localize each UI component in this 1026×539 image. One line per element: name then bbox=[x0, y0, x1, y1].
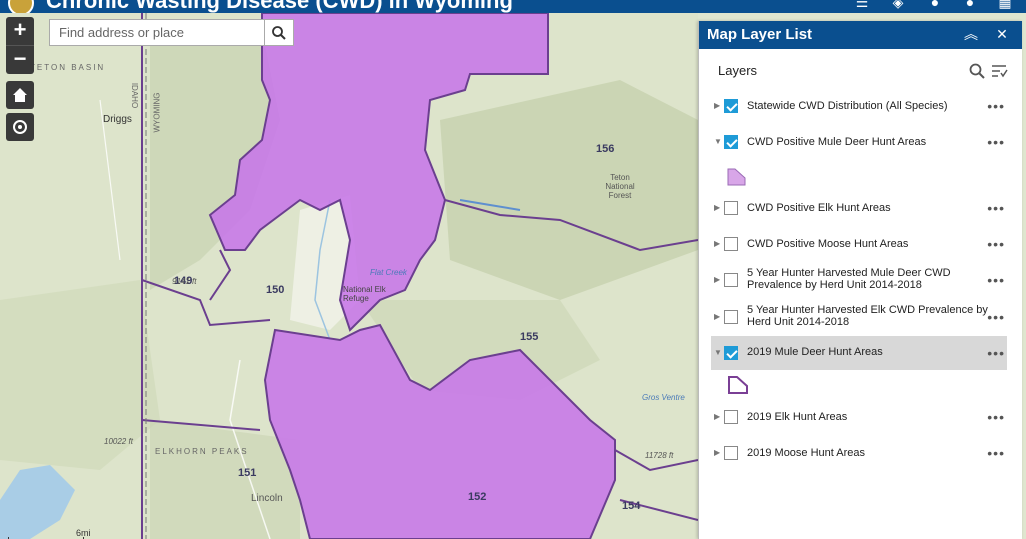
elevation-label: 11728 ft bbox=[645, 451, 674, 460]
agency-logo bbox=[8, 0, 34, 13]
search-icon bbox=[272, 25, 286, 40]
layer-label: Statewide CWD Distribution (All Species) bbox=[747, 100, 948, 112]
place-label: Lincoln bbox=[251, 493, 283, 504]
layer-item[interactable]: ▶ CWD Positive Moose Hunt Areas ••• bbox=[711, 232, 1007, 256]
search-widget bbox=[49, 19, 294, 46]
state-label: IDAHO bbox=[130, 82, 140, 109]
layer-options-button[interactable]: ••• bbox=[987, 345, 1005, 361]
close-icon[interactable]: ✕ bbox=[993, 25, 1011, 43]
map-view[interactable]: 156 149 150 155 151 152 154 9141 ft 1002… bbox=[0, 13, 698, 539]
layer-label: 5 Year Hunter Harvested Mule Deer CWD Pr… bbox=[747, 267, 951, 291]
layer-checkbox[interactable] bbox=[724, 201, 738, 215]
layer-label: 2019 Mule Deer Hunt Areas bbox=[747, 346, 883, 358]
layer-list-panel: Map Layer List ︽ ✕ Layers ▶ Statewide CW… bbox=[698, 21, 1022, 539]
layer-label: 5 Year Hunter Harvested Elk CWD Prevalen… bbox=[747, 304, 988, 328]
search-button[interactable] bbox=[264, 20, 293, 45]
expand-caret-icon[interactable]: ▶ bbox=[714, 101, 720, 110]
layers-heading: Layers bbox=[718, 63, 758, 78]
crosshair-icon bbox=[13, 120, 27, 134]
expand-caret-icon[interactable]: ▶ bbox=[714, 448, 720, 457]
layer-item[interactable]: ▶ 2019 Elk Hunt Areas ••• bbox=[711, 405, 1007, 429]
layer-options-button[interactable]: ••• bbox=[987, 134, 1005, 150]
layer-options-button[interactable]: ••• bbox=[987, 200, 1005, 216]
layer-item-selected[interactable]: ▼ 2019 Mule Deer Hunt Areas ••• bbox=[711, 336, 1007, 370]
legend-list-icon[interactable]: ☰ bbox=[852, 0, 872, 10]
expand-caret-icon[interactable]: ▶ bbox=[714, 239, 720, 248]
expand-caret-icon[interactable]: ▶ bbox=[714, 203, 720, 212]
scale-label: 6mi bbox=[76, 528, 91, 538]
layer-checkbox[interactable] bbox=[724, 237, 738, 251]
layer-label: CWD Positive Elk Hunt Areas bbox=[747, 202, 891, 214]
collapse-caret-icon[interactable]: ▼ bbox=[714, 348, 722, 357]
layer-item[interactable]: ▶ 2019 Moose Hunt Areas ••• bbox=[711, 441, 1007, 465]
layer-options-button[interactable]: ••• bbox=[987, 272, 1005, 288]
zoom-out-button[interactable]: − bbox=[6, 45, 34, 74]
layer-checkbox[interactable] bbox=[724, 346, 738, 360]
hunt-area-label: 156 bbox=[596, 143, 615, 155]
expand-caret-icon[interactable]: ▶ bbox=[714, 275, 720, 284]
basemap bbox=[0, 13, 698, 539]
layer-item[interactable]: ▶ Statewide CWD Distribution (All Specie… bbox=[711, 94, 1007, 118]
locate-button[interactable] bbox=[6, 113, 34, 141]
region-label: TETON BASIN bbox=[30, 63, 106, 72]
layer-options-button[interactable]: ••• bbox=[987, 98, 1005, 114]
hunt-area-label: 150 bbox=[266, 284, 285, 296]
hunt-area-label: 155 bbox=[520, 331, 539, 343]
collapse-caret-icon[interactable]: ▼ bbox=[714, 137, 722, 146]
layer-item[interactable]: ▶ 5 Year Hunter Harvested Mule Deer CWD … bbox=[711, 264, 1007, 296]
layer-checkbox[interactable] bbox=[724, 273, 738, 287]
filter-list-icon[interactable] bbox=[990, 62, 1008, 80]
expand-caret-icon[interactable]: ▶ bbox=[714, 312, 720, 321]
place-label: Teton National Forest bbox=[605, 173, 635, 200]
layer-checkbox[interactable] bbox=[724, 446, 738, 460]
layer-options-button[interactable]: ••• bbox=[987, 309, 1005, 325]
place-label: Driggs bbox=[103, 114, 132, 125]
layer-checkbox[interactable] bbox=[724, 99, 738, 113]
layers-header: Layers bbox=[699, 49, 1022, 89]
layer-item[interactable]: ▼ CWD Positive Mule Deer Hunt Areas ••• bbox=[711, 130, 1007, 154]
expand-caret-icon[interactable]: ▶ bbox=[714, 412, 720, 421]
search-icon[interactable] bbox=[968, 62, 986, 80]
layers-icon[interactable]: ◈ bbox=[888, 0, 908, 10]
layer-label: CWD Positive Moose Hunt Areas bbox=[747, 238, 909, 250]
layer-item[interactable]: ▶ 5 Year Hunter Harvested Elk CWD Preval… bbox=[711, 301, 1007, 333]
panel-title: Map Layer List bbox=[707, 26, 813, 43]
place-label: Flat Creek bbox=[370, 268, 407, 277]
layer-label: CWD Positive Mule Deer Hunt Areas bbox=[747, 136, 927, 148]
home-button[interactable] bbox=[6, 81, 34, 109]
elevation-label: 9141 ft bbox=[172, 277, 197, 286]
layer-label: 2019 Moose Hunt Areas bbox=[747, 447, 866, 459]
elevation-label: 10022 ft bbox=[104, 437, 133, 446]
home-icon bbox=[13, 88, 27, 102]
app-title: Chronic Wasting Disease (CWD) in Wyoming bbox=[46, 0, 513, 13]
place-label: National Elk Refuge bbox=[343, 285, 386, 303]
layer-item[interactable]: ▶ CWD Positive Elk Hunt Areas ••• bbox=[711, 196, 1007, 220]
hunt-area-label: 151 bbox=[238, 467, 257, 479]
layer-options-button[interactable]: ••• bbox=[987, 445, 1005, 461]
info-icon[interactable]: ● bbox=[925, 0, 945, 10]
layer-options-button[interactable]: ••• bbox=[987, 236, 1005, 252]
app-header: Chronic Wasting Disease (CWD) in Wyoming… bbox=[0, 0, 1026, 13]
zoom-in-button[interactable]: + bbox=[6, 17, 34, 45]
panel-header: Map Layer List ︽ ✕ bbox=[699, 21, 1022, 49]
place-label: Gros Ventre bbox=[642, 393, 685, 402]
polygon-outline-legend-swatch bbox=[728, 376, 748, 394]
region-label: ELKHORN PEAKS bbox=[155, 447, 249, 456]
zoom-control: + − bbox=[6, 17, 34, 74]
collapse-icon[interactable]: ︽ bbox=[962, 25, 980, 43]
layer-checkbox[interactable] bbox=[724, 310, 738, 324]
search-input[interactable] bbox=[50, 20, 265, 45]
layer-checkbox[interactable] bbox=[724, 135, 738, 149]
hunt-area-label: 154 bbox=[622, 500, 641, 512]
layer-checkbox[interactable] bbox=[724, 410, 738, 424]
layer-options-button[interactable]: ••• bbox=[987, 409, 1005, 425]
state-label: WYOMING bbox=[152, 92, 162, 133]
dashboard-icon[interactable]: ▦ bbox=[995, 0, 1015, 10]
hunt-area-label: 152 bbox=[468, 491, 487, 503]
location-icon[interactable]: ● bbox=[960, 0, 980, 10]
polygon-legend-swatch bbox=[727, 168, 746, 186]
layer-label: 2019 Elk Hunt Areas bbox=[747, 411, 848, 423]
